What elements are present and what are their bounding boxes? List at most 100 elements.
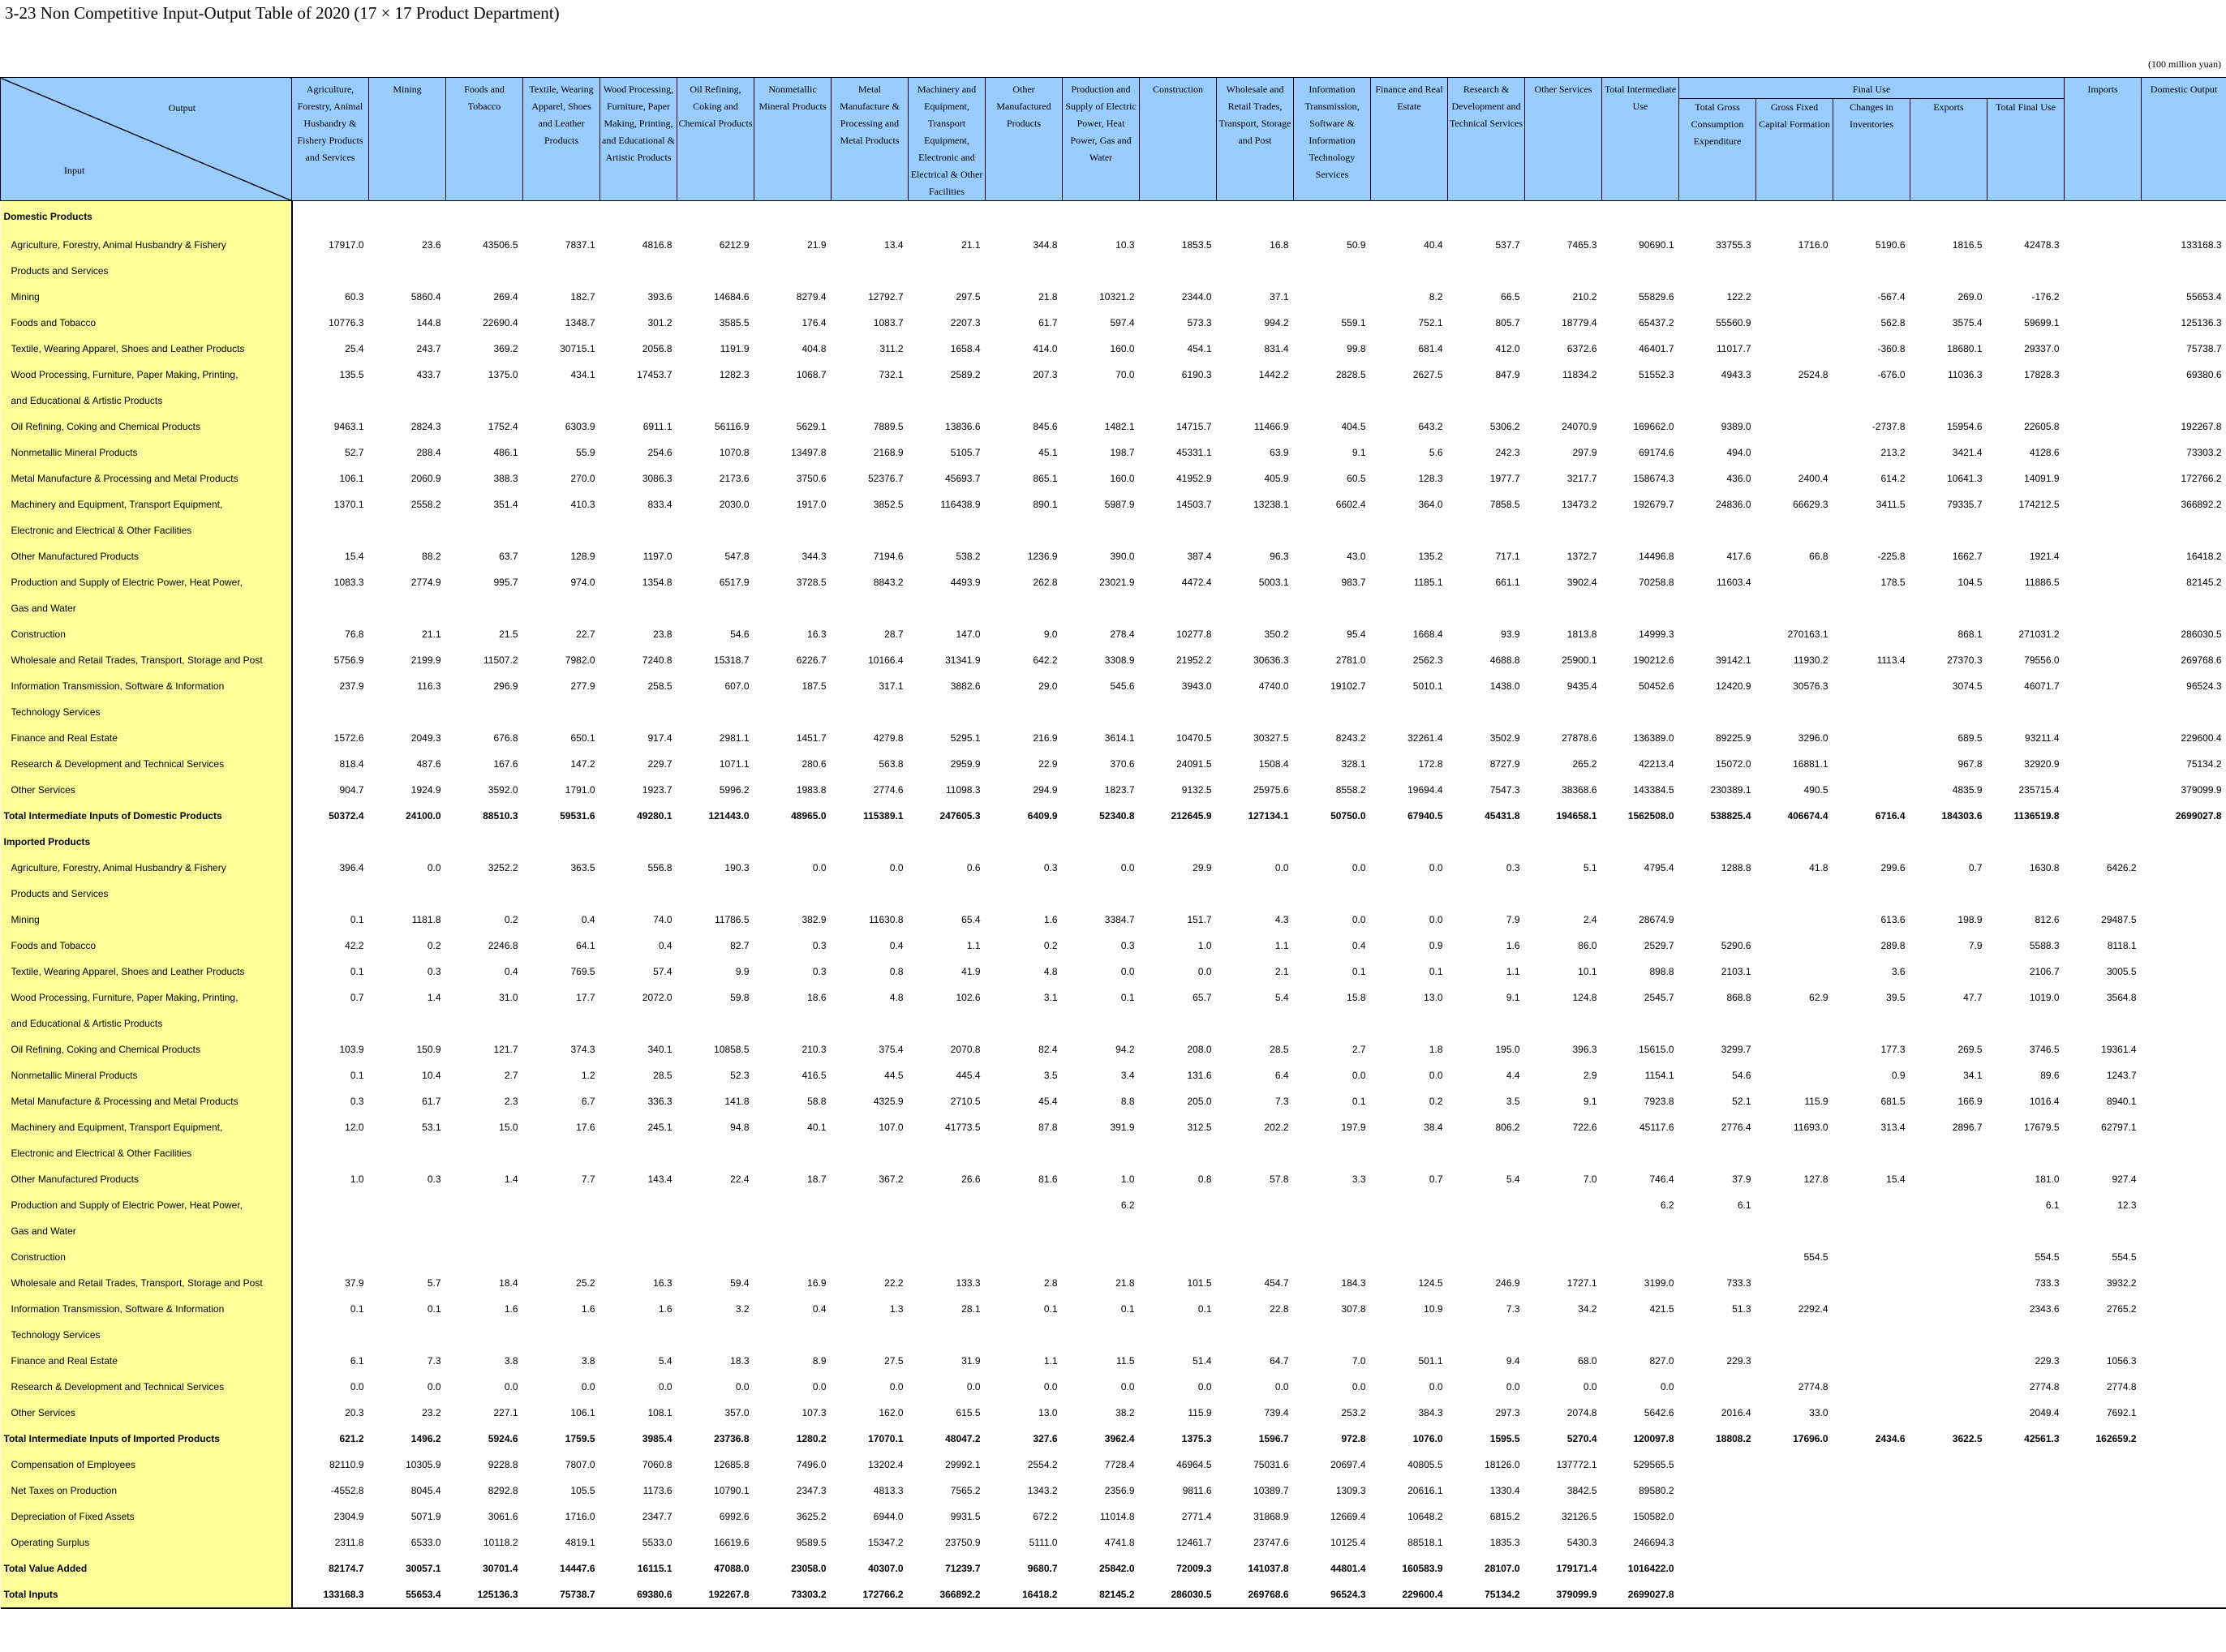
data-cell	[2142, 1244, 2226, 1270]
data-cell: 16.3	[807, 629, 827, 640]
data-cell: 9.0	[1043, 629, 1058, 640]
data-cell: 45431.8	[1485, 810, 1520, 822]
data-cell: 41.9	[961, 966, 981, 977]
data-cell	[1988, 1322, 2065, 1348]
data-cell: 7807.0	[565, 1459, 595, 1470]
column-header: Wholesale and Retail Trades, Transport, …	[1216, 77, 1294, 201]
data-cell: 50750.0	[1330, 810, 1366, 822]
data-cell: 3299.7	[1721, 1044, 1751, 1055]
data-cell: 42478.3	[2024, 239, 2060, 251]
data-cell: 105.5	[570, 1485, 595, 1496]
data-cell: 2072.0	[642, 992, 673, 1003]
row-label: Gas and Water	[0, 595, 293, 621]
data-cell: 90690.1	[1639, 239, 1674, 251]
data-cell: 9389.0	[1721, 421, 1751, 432]
data-cell: 8045.4	[410, 1485, 441, 1496]
row-label: Products and Services	[0, 258, 293, 284]
data-cell: 29337.0	[2024, 343, 2060, 354]
table-row: Information Transmission, Software & Inf…	[0, 673, 2226, 699]
table-row: Other Manufactured Products 15.4 88.2 63.7 1…	[0, 543, 2226, 569]
data-cell: 75031.6	[1253, 1459, 1289, 1470]
data-cell: 125136.3	[2181, 317, 2222, 328]
data-cell: 4.4	[1506, 1070, 1520, 1081]
data-cell: 4741.8	[1104, 1537, 1135, 1548]
data-cell: 0.0	[427, 862, 441, 873]
data-cell	[2065, 1504, 2142, 1530]
data-cell: 22605.8	[2024, 421, 2060, 432]
data-cell	[1910, 1140, 1988, 1166]
data-cell: 16.9	[807, 1277, 827, 1289]
data-cell: 865.1	[1033, 473, 1058, 484]
data-cell: 21.8	[1115, 1277, 1135, 1289]
data-cell: 13836.6	[945, 421, 981, 432]
data-cell: 7858.5	[1489, 499, 1520, 510]
data-cell	[1371, 1218, 1448, 1244]
data-cell: 176.4	[801, 317, 827, 328]
data-cell: 102.6	[956, 992, 981, 1003]
data-cell: 1243.7	[2106, 1070, 2137, 1081]
data-cell: 0.0	[1043, 1381, 1058, 1392]
data-cell: 16418.2	[985, 1581, 1063, 1609]
data-cell: 9680.7	[1027, 1563, 1058, 1574]
data-cell	[1756, 336, 1833, 362]
data-cell	[909, 1244, 986, 1270]
data-cell	[1063, 881, 1140, 907]
data-cell	[1679, 621, 1756, 647]
data-cell	[2065, 777, 2142, 803]
data-cell: -176.2	[2031, 291, 2060, 303]
data-cell: 82145.2	[2186, 577, 2222, 588]
corner-input-label: Input	[64, 165, 85, 176]
data-cell: 30636.3	[1253, 654, 1289, 666]
data-cell	[1833, 517, 1910, 543]
data-cell: 2774.9	[410, 577, 441, 588]
data-cell: 10470.5	[1176, 732, 1212, 744]
data-cell: 0.0	[581, 1381, 595, 1392]
data-cell: 81.6	[1038, 1174, 1058, 1185]
data-cell	[986, 699, 1063, 725]
data-cell: 0.0	[350, 1381, 364, 1392]
data-cell: 270.0	[570, 473, 595, 484]
data-cell	[1294, 1192, 1371, 1218]
table-row: Textile, Wearing Apparel, Shoes and Leat…	[0, 336, 2226, 362]
row-label: Electronic and Electrical & Other Facili…	[0, 1140, 293, 1166]
data-cell: 11930.2	[1794, 654, 1828, 666]
data-cell: 0.9	[1891, 1070, 1906, 1081]
data-cell	[1294, 699, 1371, 725]
table-row: Other Services 904.7 1924.9 3592.0 1791.0 192…	[0, 777, 2226, 803]
data-cell	[446, 595, 523, 621]
data-cell	[986, 1011, 1063, 1036]
data-cell: 18.3	[730, 1355, 750, 1367]
data-cell	[1910, 1270, 1988, 1296]
data-cell: 96524.3	[2186, 680, 2222, 692]
data-cell: 312.5	[1187, 1122, 1212, 1133]
data-cell	[1371, 258, 1448, 284]
data-cell	[986, 517, 1063, 543]
data-cell	[1448, 517, 1525, 543]
data-cell: 65.7	[1192, 992, 1212, 1003]
data-cell: 57.4	[653, 966, 673, 977]
data-cell: 213.2	[1880, 447, 1906, 458]
data-cell: 4740.0	[1258, 680, 1289, 692]
row-label: Textile, Wearing Apparel, Shoes and Leat…	[0, 336, 293, 362]
data-cell	[1140, 1011, 1217, 1036]
data-cell: 52340.8	[1099, 810, 1135, 822]
data-cell: 5071.9	[410, 1511, 441, 1522]
data-cell: 3575.4	[1952, 317, 1983, 328]
data-cell: 160.0	[1110, 343, 1135, 354]
data-cell: 340.1	[647, 1044, 673, 1055]
data-cell	[2142, 881, 2226, 907]
data-cell	[1448, 258, 1525, 284]
data-cell	[292, 517, 369, 543]
data-cell	[1063, 201, 1140, 233]
data-cell	[1602, 699, 1679, 725]
data-cell: 0.0	[1274, 1381, 1289, 1392]
data-cell	[1602, 829, 1679, 855]
table-row: Operating Surplus 2311.8 6533.0 10118.2 4819…	[0, 1530, 2226, 1555]
data-cell	[986, 258, 1063, 284]
data-cell	[1910, 595, 1988, 621]
data-cell	[1371, 829, 1448, 855]
data-cell: 5111.0	[1029, 1537, 1058, 1548]
data-cell	[369, 258, 446, 284]
data-cell: 31.0	[499, 992, 518, 1003]
data-cell: 2434.6	[1875, 1433, 1906, 1444]
